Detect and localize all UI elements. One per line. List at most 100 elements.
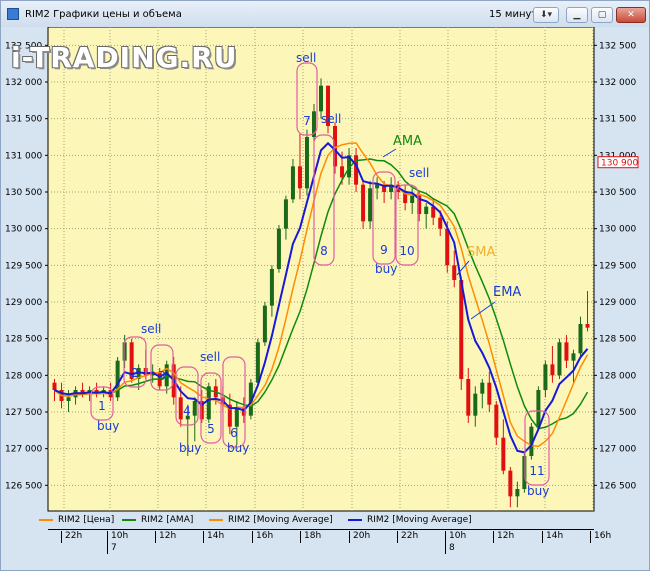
candle-body bbox=[487, 382, 492, 405]
price-tick-label: 127 500 bbox=[5, 408, 42, 418]
candle-body bbox=[340, 166, 345, 178]
signal-number: 1 bbox=[98, 399, 106, 413]
price-tick-label: 131 500 bbox=[599, 115, 636, 125]
signal-number: 2 bbox=[131, 366, 139, 380]
price-tick-label: 132 000 bbox=[5, 78, 42, 88]
legend-item-sma: RIM2 [Moving Average] bbox=[209, 513, 333, 527]
time-tick-label: 12h bbox=[493, 531, 514, 543]
candle-body bbox=[178, 397, 183, 420]
signal-number: 6 bbox=[230, 426, 238, 440]
candle-body bbox=[66, 397, 71, 401]
time-axis[interactable]: 22h 10h 12h 14h 16h 18h 20h 22h 10h 12h 14h 16h 7 8 bbox=[48, 529, 611, 555]
price-tick-label: 129 500 bbox=[599, 261, 636, 271]
close-button[interactable]: ✕ bbox=[616, 7, 646, 23]
candle-body bbox=[452, 265, 457, 280]
price-tick-label: 128 500 bbox=[5, 335, 42, 345]
price-tick-label: 127 500 bbox=[599, 408, 636, 418]
legend-label: RIM2 [AMA] bbox=[141, 515, 194, 525]
price-tick-label: 132 000 bbox=[599, 78, 636, 88]
last-price-marker: 130 900 bbox=[597, 156, 639, 169]
candle-body bbox=[494, 404, 499, 438]
horizontal-scrollbar[interactable] bbox=[3, 556, 648, 569]
ema-label: EMA bbox=[493, 285, 521, 300]
time-tick-label: 22h bbox=[61, 531, 82, 543]
price-tick-label: 128 000 bbox=[599, 371, 636, 381]
signal-action-sell: sell bbox=[321, 112, 341, 126]
legend-swatch bbox=[348, 518, 362, 521]
price-tick-label: 129 500 bbox=[5, 261, 42, 271]
price-tick-label: 129 000 bbox=[5, 298, 42, 308]
last-price-value: 130 900 bbox=[601, 159, 638, 169]
candle-body bbox=[557, 342, 562, 376]
candle-body bbox=[290, 166, 295, 200]
time-tick-label: 12h bbox=[155, 531, 176, 543]
legend-swatch bbox=[122, 518, 136, 521]
legend: RIM2 [Цена] RIM2 [AMA] RIM2 [Moving Aver… bbox=[4, 513, 598, 527]
legend-swatch bbox=[209, 518, 223, 521]
signal-action-buy: buy bbox=[227, 441, 249, 455]
date-label: 8 bbox=[445, 543, 455, 554]
signal-action-sell: sell bbox=[409, 166, 429, 180]
candle-body bbox=[459, 280, 464, 379]
price-tick-label: 130 500 bbox=[599, 188, 636, 198]
candle-body bbox=[269, 269, 274, 306]
candle-body bbox=[515, 489, 520, 497]
candle-body bbox=[319, 85, 323, 112]
title-bar[interactable]: RIM2 Графики цены и объема 15 минут ⬇▾ ▁… bbox=[1, 1, 649, 27]
price-tick-label: 131 500 bbox=[5, 115, 42, 125]
signal-action-sell: sell bbox=[296, 51, 316, 65]
legend-item-ama: RIM2 [AMA] bbox=[122, 513, 193, 527]
interval-selector[interactable]: 15 минут bbox=[489, 9, 537, 20]
legend-swatch bbox=[39, 518, 53, 521]
minimize-button[interactable]: ▁ bbox=[566, 7, 588, 23]
candle-body bbox=[585, 324, 590, 328]
candle-body bbox=[501, 437, 506, 471]
candle-body bbox=[361, 184, 366, 222]
signal-action-buy: buy bbox=[375, 262, 397, 276]
legend-label: RIM2 [Moving Average] bbox=[367, 515, 472, 525]
time-tick-label: 18h bbox=[300, 531, 321, 543]
candle-body bbox=[571, 353, 576, 361]
signal-action-sell: sell bbox=[200, 350, 220, 364]
ama-label: AMA bbox=[393, 134, 422, 149]
signal-number: 9 bbox=[380, 243, 388, 257]
signal-action-sell: sell bbox=[141, 322, 161, 336]
candle-body bbox=[304, 137, 309, 189]
signal-action-buy: buy bbox=[179, 441, 201, 455]
dropdown-button[interactable]: ⬇▾ bbox=[533, 7, 559, 23]
time-tick-label: 16h bbox=[252, 531, 273, 543]
legend-label: RIM2 [Цена] bbox=[58, 515, 115, 525]
candle-body bbox=[445, 228, 450, 266]
sma-label: SMA bbox=[467, 245, 495, 260]
price-chart[interactable]: 1buy2 3sell4buy5sell6buy7sell8sell9buy10s… bbox=[1, 27, 650, 513]
date-label: 7 bbox=[107, 543, 117, 554]
price-tick-label: 128 000 bbox=[5, 371, 42, 381]
time-tick-label: 10h bbox=[445, 531, 466, 543]
time-tick-label: 16h bbox=[590, 531, 611, 543]
price-tick-label: 128 500 bbox=[599, 335, 636, 345]
candle-body bbox=[375, 184, 380, 189]
price-tick-label: 126 500 bbox=[5, 481, 42, 491]
candle-body bbox=[255, 342, 260, 383]
candle-body bbox=[368, 188, 373, 222]
candle-body bbox=[122, 342, 127, 361]
candle-body bbox=[522, 456, 527, 489]
candle-body bbox=[536, 390, 541, 427]
candle-body bbox=[283, 199, 288, 229]
candle-body bbox=[508, 470, 513, 497]
price-tick-label: 130 000 bbox=[5, 225, 42, 235]
price-tick-label: 129 000 bbox=[599, 298, 636, 308]
maximize-button[interactable]: ▢ bbox=[591, 7, 613, 23]
price-tick-label: 127 000 bbox=[599, 445, 636, 455]
signal-action-buy: buy bbox=[527, 484, 549, 498]
signal-number: 5 bbox=[207, 422, 215, 436]
candle-body bbox=[276, 228, 281, 269]
time-tick-label: 20h bbox=[349, 531, 370, 543]
candle-body bbox=[424, 206, 429, 214]
price-axis-right: 132 500132 000131 500131 000130 500130 0… bbox=[594, 41, 636, 491]
price-tick-label: 132 500 bbox=[599, 41, 636, 51]
candle-body bbox=[262, 305, 267, 343]
time-tick-label: 10h bbox=[107, 531, 128, 543]
price-tick-label: 130 000 bbox=[599, 225, 636, 235]
time-tick-label: 14h bbox=[542, 531, 563, 543]
